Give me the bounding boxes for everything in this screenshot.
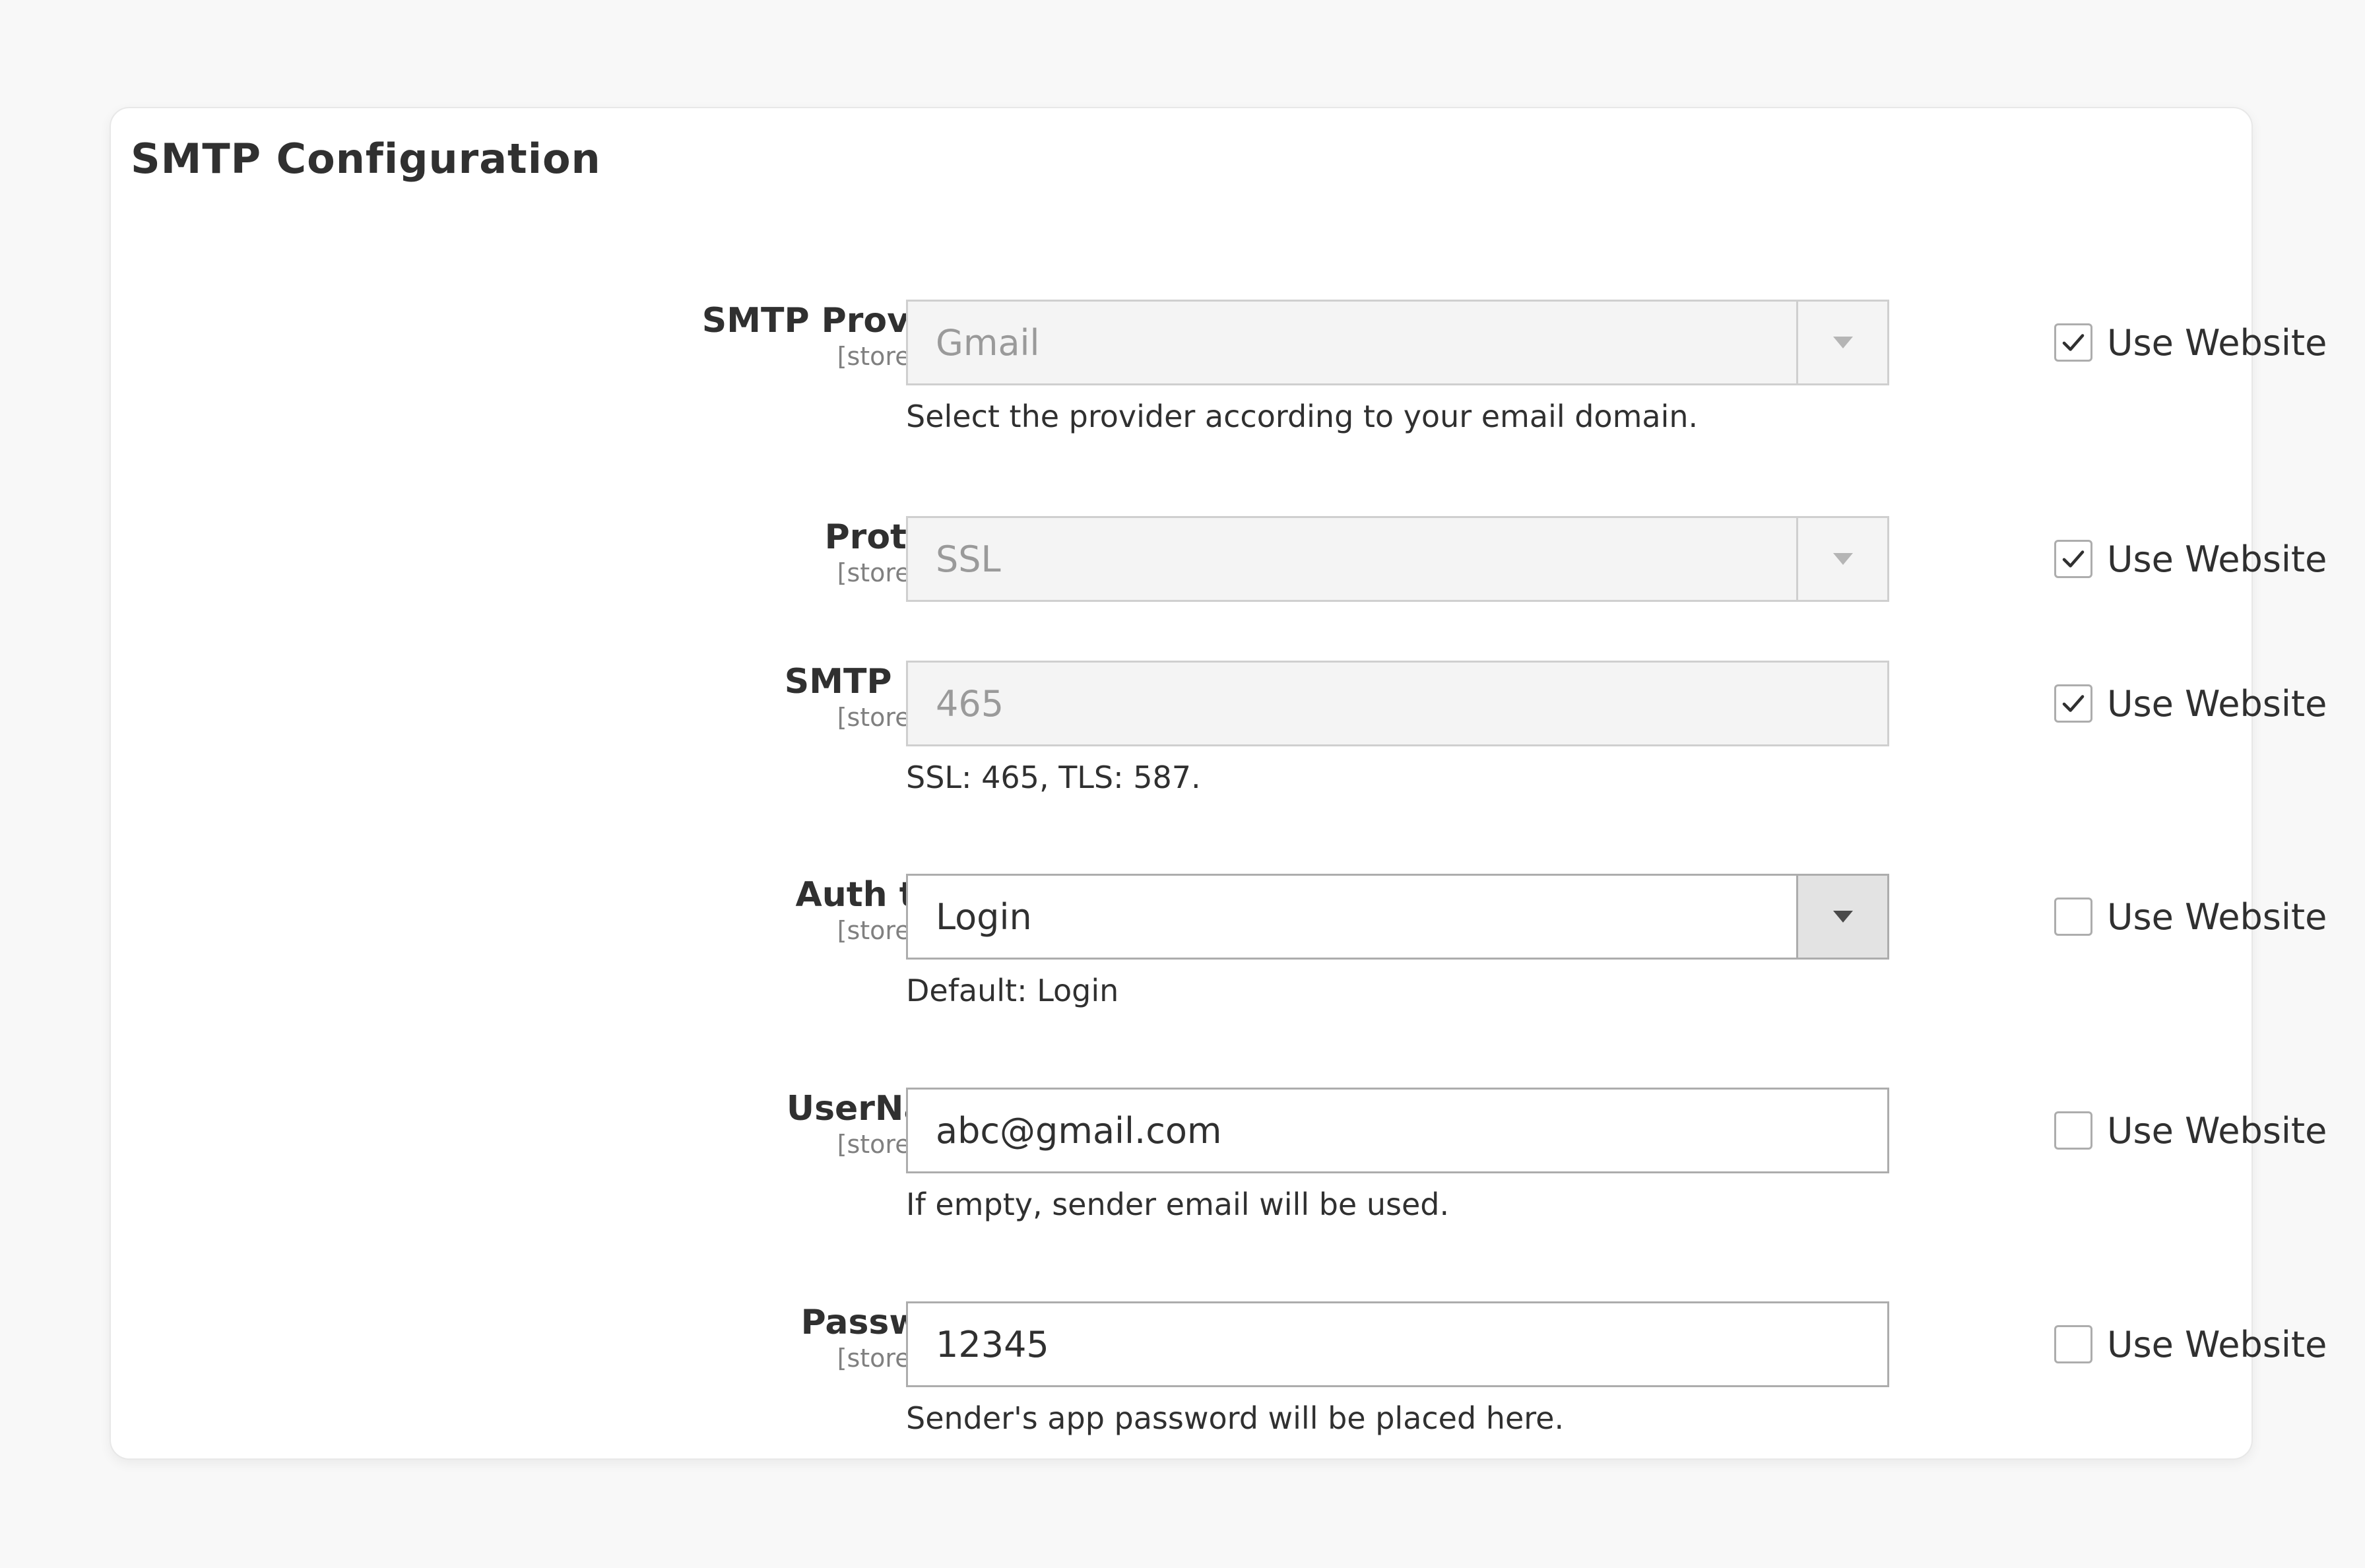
protocol-value: SSL [936,538,1001,580]
smtp-port-input[interactable]: 465 [906,661,1889,746]
checkmark-icon [2062,334,2085,351]
use-website-label: Use Website [2107,321,2327,364]
smtp-provider-use-website-checkbox[interactable] [2054,323,2092,362]
password-input[interactable]: 12345 [906,1301,1889,1387]
use-website-label: Use Website [2107,1109,2327,1152]
chevron-down-icon [1832,553,1853,565]
checkmark-icon [2062,550,2085,568]
use-website-label: Use Website [2107,896,2327,938]
auth-type-value: Login [936,896,1032,938]
password-use-website[interactable]: Use Website [2054,1301,2327,1387]
protocol-dropdown-toggle[interactable] [1796,518,1887,600]
protocol-use-website-checkbox[interactable] [2054,540,2092,578]
password-note: Sender's app password will be placed her… [906,1400,1565,1436]
smtp-provider-use-website[interactable]: Use Website [2054,300,2327,385]
smtp-port-use-website-checkbox[interactable] [2054,684,2092,723]
smtp-provider-value: Gmail [936,321,1040,364]
chevron-down-icon [1832,911,1853,923]
use-website-label: Use Website [2107,682,2327,725]
protocol-select[interactable]: SSL [906,516,1889,602]
section-title: SMTP Configuration [131,135,601,183]
use-website-label: Use Website [2107,1323,2327,1365]
checkmark-icon [2062,695,2085,712]
chevron-down-icon [1832,337,1853,348]
auth-type-use-website[interactable]: Use Website [2054,874,2327,960]
username-value: abc@gmail.com [936,1109,1222,1152]
auth-type-note: Default: Login [906,973,1119,1008]
smtp-configuration-panel: SMTP Configuration SMTP Provider [store … [110,107,2327,1460]
username-note: If empty, sender email will be used. [906,1187,1450,1222]
use-website-label: Use Website [2107,538,2327,580]
protocol-use-website[interactable]: Use Website [2054,516,2327,602]
username-input[interactable]: abc@gmail.com [906,1088,1889,1173]
password-value: 12345 [936,1323,1049,1365]
username-use-website[interactable]: Use Website [2054,1088,2327,1173]
smtp-provider-note: Select the provider according to your em… [906,399,1699,434]
smtp-port-use-website[interactable]: Use Website [2054,661,2327,746]
auth-type-select[interactable]: Login [906,874,1889,960]
auth-type-use-website-checkbox[interactable] [2054,898,2092,936]
auth-type-dropdown-toggle[interactable] [1796,876,1887,958]
password-use-website-checkbox[interactable] [2054,1325,2092,1363]
smtp-port-note: SSL: 465, TLS: 587. [906,760,1201,795]
smtp-provider-dropdown-toggle[interactable] [1796,302,1887,383]
smtp-provider-select[interactable]: Gmail [906,300,1889,385]
username-use-website-checkbox[interactable] [2054,1111,2092,1150]
smtp-port-value: 465 [936,682,1004,725]
